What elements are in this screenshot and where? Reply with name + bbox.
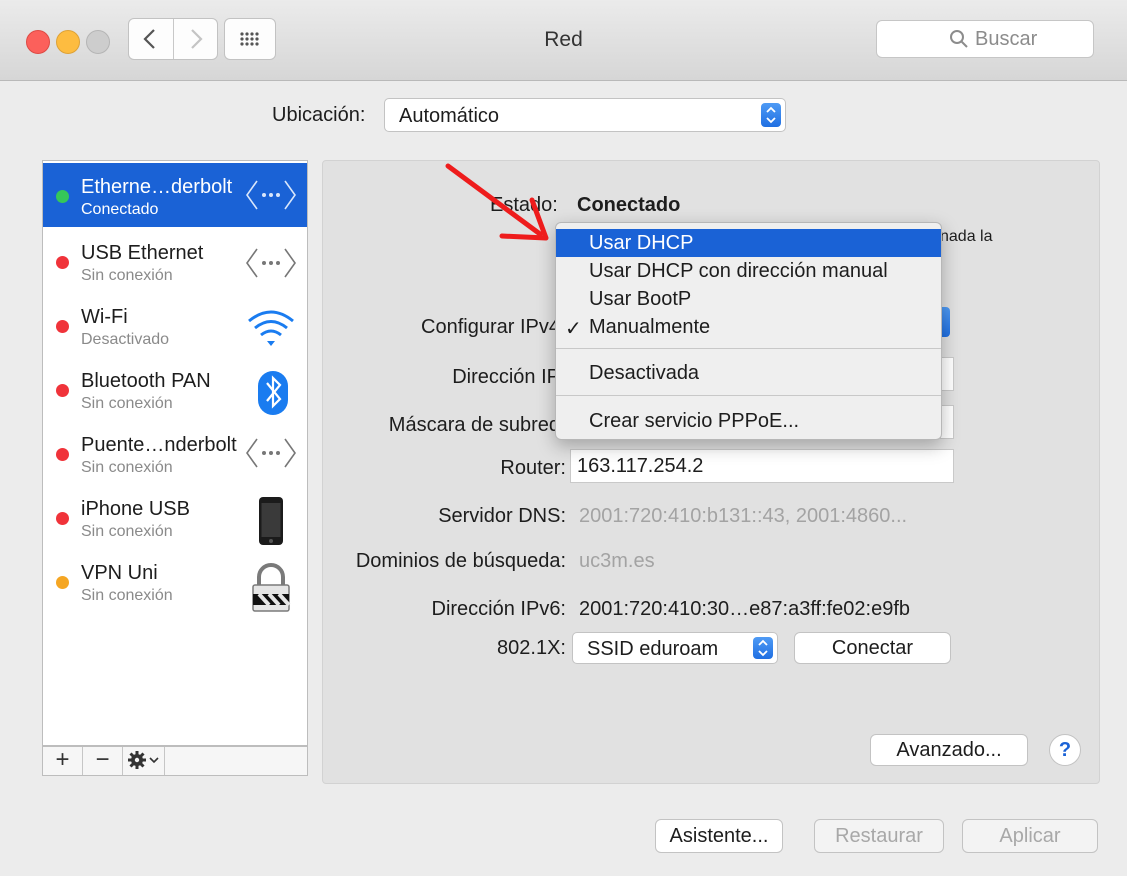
service-item-bluetooth-pan[interactable]: Bluetooth PAN Sin conexión	[43, 357, 307, 421]
ethernet-icon	[246, 248, 296, 278]
service-status: Sin conexión	[81, 395, 173, 412]
iphone-icon	[259, 497, 283, 545]
gear-icon	[127, 751, 159, 769]
location-label: Ubicación:	[272, 104, 366, 126]
menu-item-manualmente[interactable]: ✓ Manualmente	[556, 313, 941, 341]
select-stepper-icon	[753, 637, 773, 659]
ipv6-address-value: 2001:720:410:30…e87:a3ff:fe02:e9fb	[579, 598, 911, 620]
subnet-mask-label: Máscara de subred	[388, 414, 560, 436]
search-domains-value: uc3m.es	[579, 550, 655, 572]
service-status: Sin conexión	[81, 523, 173, 540]
apply-button[interactable]: Aplicar	[962, 819, 1098, 853]
menu-item-dhcp-manual[interactable]: Usar DHCP con dirección manual	[556, 257, 941, 285]
menu-item-bootp[interactable]: Usar BootP	[556, 285, 941, 313]
location-value: Automático	[399, 105, 500, 127]
8021x-select[interactable]: SSID eduroam	[572, 632, 778, 664]
service-status: Sin conexión	[81, 267, 173, 284]
status-description-partial: nada la	[940, 228, 993, 245]
configure-ipv4-label: Configurar IPv4	[421, 316, 560, 338]
ipv6-address-label: Dirección IPv6:	[431, 598, 567, 620]
service-name: USB Ethernet	[81, 242, 204, 264]
advanced-button[interactable]: Avanzado...	[870, 734, 1028, 766]
service-name: Etherne…derbolt	[81, 176, 233, 198]
status-dot	[56, 320, 69, 333]
service-status: Desactivado	[81, 331, 170, 348]
service-list: Etherne…derbolt Conectado USB Ethernet S…	[42, 160, 308, 746]
menu-item-label: Usar DHCP con dirección manual	[589, 260, 888, 282]
dns-label: Servidor DNS:	[438, 505, 566, 527]
lock-icon	[252, 563, 291, 612]
service-name: Wi-Fi	[81, 306, 128, 328]
status-dot	[56, 576, 69, 589]
subnet-mask-field[interactable]	[940, 405, 954, 439]
service-name: VPN Uni	[81, 562, 158, 584]
8021x-value: SSID eduroam	[587, 638, 719, 660]
menu-item-desactivada[interactable]: Desactivada	[556, 359, 941, 387]
menu-separator	[556, 395, 941, 396]
service-status: Sin conexión	[81, 459, 173, 476]
ip-address-field[interactable]	[940, 357, 954, 391]
service-item-puente-thunderbolt[interactable]: Puente…nderbolt Sin conexión	[43, 421, 307, 485]
router-field[interactable]: 163.117.254.2	[570, 449, 954, 483]
title-bar: Red Buscar	[0, 0, 1127, 81]
search-field[interactable]: Buscar	[876, 20, 1094, 58]
8021x-label: 802.1X:	[497, 637, 566, 659]
assistant-button[interactable]: Asistente...	[655, 819, 783, 853]
ip-address-label: Dirección IP	[452, 366, 560, 388]
dns-value: 2001:720:410:b131::43, 2001:4860...	[579, 505, 908, 527]
service-item-iphone-usb[interactable]: iPhone USB Sin conexión	[43, 485, 307, 549]
service-item-ethernet-thunderbolt[interactable]: Etherne…derbolt Conectado	[43, 163, 307, 227]
connect-button[interactable]: Conectar	[794, 632, 951, 664]
service-status: Sin conexión	[81, 587, 173, 604]
search-icon	[950, 30, 968, 48]
search-placeholder: Buscar	[975, 28, 1038, 50]
router-label: Router:	[500, 457, 566, 479]
bluetooth-icon	[258, 371, 288, 415]
menu-item-label: Crear servicio PPPoE...	[589, 410, 800, 432]
menu-item-pppoe[interactable]: Crear servicio PPPoE...	[556, 407, 941, 435]
status-value: Conectado	[577, 194, 681, 216]
service-name: Puente…nderbolt	[81, 434, 237, 456]
chevron-down-icon	[148, 757, 159, 764]
menu-item-usar-dhcp[interactable]: Usar DHCP	[556, 229, 941, 257]
ethernet-icon	[246, 438, 296, 468]
remove-service-button[interactable]: −	[83, 747, 123, 775]
annotation-arrow-icon	[445, 163, 549, 241]
menu-item-label: Usar BootP	[589, 288, 692, 310]
service-status: Conectado	[81, 201, 159, 218]
service-item-usb-ethernet[interactable]: USB Ethernet Sin conexión	[43, 229, 307, 293]
ethernet-icon	[246, 180, 296, 210]
restore-button[interactable]: Restaurar	[814, 819, 944, 853]
service-item-wifi[interactable]: Wi-Fi Desactivado	[43, 293, 307, 357]
menu-separator	[556, 348, 941, 349]
menu-item-label: Desactivada	[589, 362, 700, 384]
add-service-button[interactable]: +	[43, 747, 83, 775]
status-dot	[56, 448, 69, 461]
service-name: Bluetooth PAN	[81, 370, 211, 392]
service-item-vpn-uni[interactable]: VPN Uni Sin conexión	[43, 549, 307, 613]
status-dot	[56, 384, 69, 397]
select-stepper-icon	[761, 103, 781, 127]
status-dot	[56, 512, 69, 525]
service-list-toolbar: + −	[42, 746, 308, 776]
status-dot	[56, 190, 69, 203]
help-button[interactable]: ?	[1049, 734, 1081, 766]
service-name: iPhone USB	[81, 498, 190, 520]
action-menu-button[interactable]	[123, 747, 165, 775]
router-value: 163.117.254.2	[577, 455, 704, 477]
wifi-icon	[248, 310, 294, 346]
checkmark-icon: ✓	[565, 318, 582, 340]
location-select[interactable]: Automático	[384, 98, 786, 132]
configure-ipv4-menu: Usar DHCP Usar DHCP con dirección manual…	[555, 222, 942, 440]
search-domains-label: Dominios de búsqueda:	[355, 550, 566, 572]
status-dot	[56, 256, 69, 269]
menu-item-label: Usar DHCP	[589, 232, 694, 254]
menu-item-label: Manualmente	[589, 316, 711, 338]
